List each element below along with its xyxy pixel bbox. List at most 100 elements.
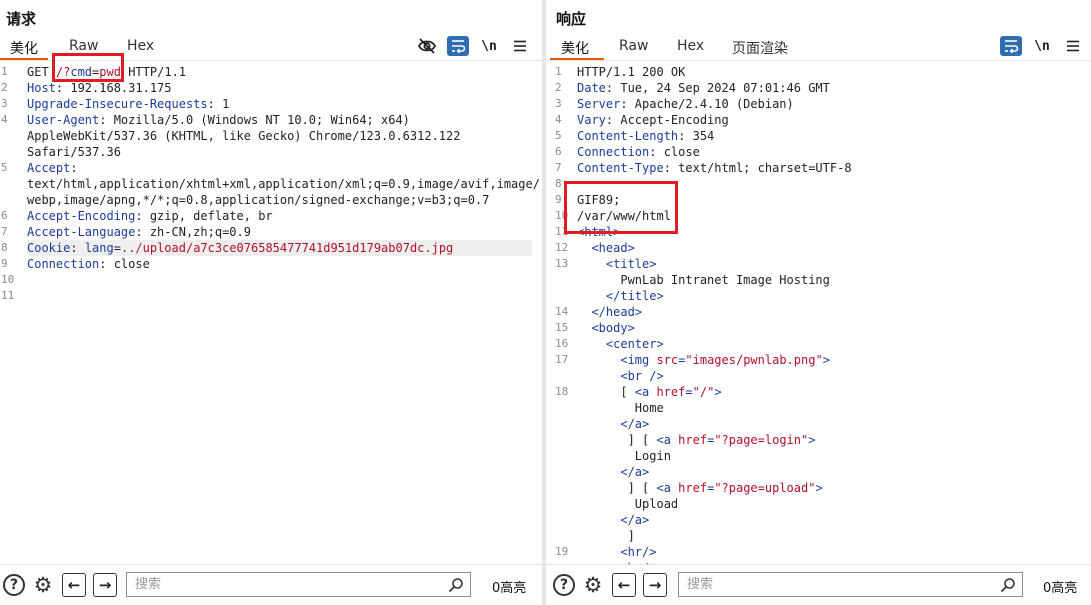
code-line: <head> (577, 240, 1081, 256)
hide-nonprintable-button[interactable] (416, 36, 438, 56)
response-prev-match-button[interactable]: ← (612, 573, 636, 597)
code-line: Accept: (27, 160, 532, 176)
code-token: Accept-Encoding (27, 209, 136, 223)
arrow-right-icon: → (643, 573, 667, 597)
request-title: 请求 (6, 10, 37, 28)
code-line: <hr/> (577, 544, 1081, 560)
response-code[interactable]: HTTP/1.1 200 OK Date: Tue, 24 Sep 2024 07… (577, 62, 1081, 564)
line-number: 18 (555, 385, 569, 398)
line-number: 5 (555, 129, 562, 142)
code-token: Server (577, 97, 621, 111)
code-token: Accept-Language (27, 225, 136, 239)
code-token: href (656, 385, 686, 399)
line-number: 8 (555, 177, 562, 190)
request-bottom-bar: ? ⚙ ← → 0高亮 (0, 564, 542, 605)
code-token: > (808, 433, 816, 447)
line-number: 13 (555, 257, 569, 270)
code-token: <html> (577, 225, 621, 239)
code-line: Upload (577, 496, 1081, 512)
line-number: 8 (1, 241, 8, 254)
line-number: 10 (1, 273, 15, 286)
code-token: Connection (27, 257, 100, 271)
request-menu-button[interactable] (509, 36, 531, 56)
code-line: Vary: Accept-Encoding (577, 112, 1081, 128)
code-line: Home (577, 400, 1081, 416)
code-token: </a> (620, 513, 650, 527)
request-help-button[interactable]: ? (2, 573, 26, 597)
code-token: > (822, 353, 830, 367)
code-token: : 192.168.31.175 (55, 81, 172, 95)
request-tab-pretty[interactable]: 美化 (10, 38, 38, 58)
code-token: "images/pwnlab.png" (685, 353, 823, 367)
code-line: Connection: close (577, 144, 1081, 160)
code-token: href (678, 481, 708, 495)
line-number: 6 (1, 209, 8, 222)
request-newline-toggle[interactable]: \n (478, 36, 500, 56)
code-line: AppleWebKit/537.36 (KHTML, like Gecko) C… (27, 128, 532, 144)
response-tab-pretty[interactable]: 美化 (561, 38, 589, 58)
line-number: 2 (555, 81, 562, 94)
code-token: : Mozilla/5.0 (Windows NT 10.0; Win64; x… (99, 113, 410, 127)
response-tab-hex[interactable]: Hex (677, 38, 704, 54)
code-line: <html> (577, 224, 1081, 240)
code-line: HTTP/1.1 200 OK (577, 64, 1081, 80)
response-line-numbers: 1 2 3 4 5 6 7 8 9 10 11 12 13 14 15 16 17 18 19 (546, 62, 572, 564)
code-token: <br /> (620, 369, 664, 383)
line-number: 1 (1, 65, 8, 78)
response-help-button[interactable]: ? (552, 573, 576, 597)
code-line: Content-Type: text/html; charset=UTF-8 (577, 160, 1081, 176)
code-line: [ <a href="/"> (577, 384, 1081, 400)
response-settings-button[interactable]: ⚙ (581, 573, 605, 597)
request-highlight-count: 0高亮 (492, 581, 527, 596)
request-editor[interactable]: 1 2 3 4 5 6 7 8 9 10 11 GET /?cmd=pwd HTTP/1.1 Host… (0, 62, 542, 564)
response-newline-toggle[interactable]: \n (1031, 36, 1053, 56)
code-line: Login (577, 448, 1081, 464)
line-number: 12 (555, 241, 569, 254)
response-tab-raw[interactable]: Raw (619, 38, 648, 54)
response-next-match-button[interactable]: → (643, 573, 667, 597)
code-token: Content-Type (577, 161, 664, 175)
code-line: User-Agent: Mozilla/5.0 (Windows NT 10.0… (27, 112, 532, 128)
request-tab-hex[interactable]: Hex (127, 38, 154, 54)
code-line: /var/www/html (577, 208, 1081, 224)
request-tab-raw[interactable]: Raw (69, 38, 98, 54)
line-number: 15 (555, 321, 569, 334)
code-token: <body> (591, 321, 635, 335)
code-token: : Accept-Encoding (605, 113, 729, 127)
request-search-input[interactable] (127, 573, 470, 596)
code-line: </a> (577, 512, 1081, 528)
code-token: Vary (577, 113, 606, 127)
code-line: <br /> (577, 368, 1081, 384)
code-token: pwd (99, 65, 121, 79)
code-token: text/html,application/xhtml+xml,applicat… (27, 177, 540, 191)
line-number: 11 (555, 225, 569, 238)
code-token: </head> (591, 305, 643, 319)
code-token: ] [ (577, 481, 657, 495)
request-wrap-button[interactable] (447, 36, 469, 56)
response-menu-button[interactable] (1062, 36, 1084, 56)
response-search-box (678, 572, 1023, 597)
response-editor[interactable]: 1 2 3 4 5 6 7 8 9 10 11 12 13 14 15 16 17 18 19 HTTP/1.1 2… (546, 62, 1091, 564)
code-token: : Apache/2.4.10 (Debian) (620, 97, 794, 111)
response-tab-render[interactable]: 页面渲染 (732, 38, 788, 58)
request-code[interactable]: GET /?cmd=pwd HTTP/1.1 Host: 192.168.31.1… (27, 62, 540, 564)
code-token: Accept (27, 161, 71, 175)
line-number: 4 (555, 113, 562, 126)
code-token: /var/www/html (577, 209, 671, 223)
code-token: : close (649, 145, 700, 159)
code-token: </a> (620, 417, 650, 431)
code-token: Upgrade-Insecure-Requests (27, 97, 208, 111)
response-wrap-button[interactable] (1000, 36, 1022, 56)
request-next-match-button[interactable]: → (93, 573, 117, 597)
request-settings-button[interactable]: ⚙ (31, 573, 55, 597)
search-icon (1000, 578, 1015, 593)
response-search-input[interactable] (679, 573, 1022, 596)
response-pane: 响应 美化 Raw Hex 页面渲染 \n 1 2 3 4 5 6 7 8 9 10 11 12 13 1… (546, 0, 1091, 605)
request-prev-match-button[interactable]: ← (62, 573, 86, 597)
